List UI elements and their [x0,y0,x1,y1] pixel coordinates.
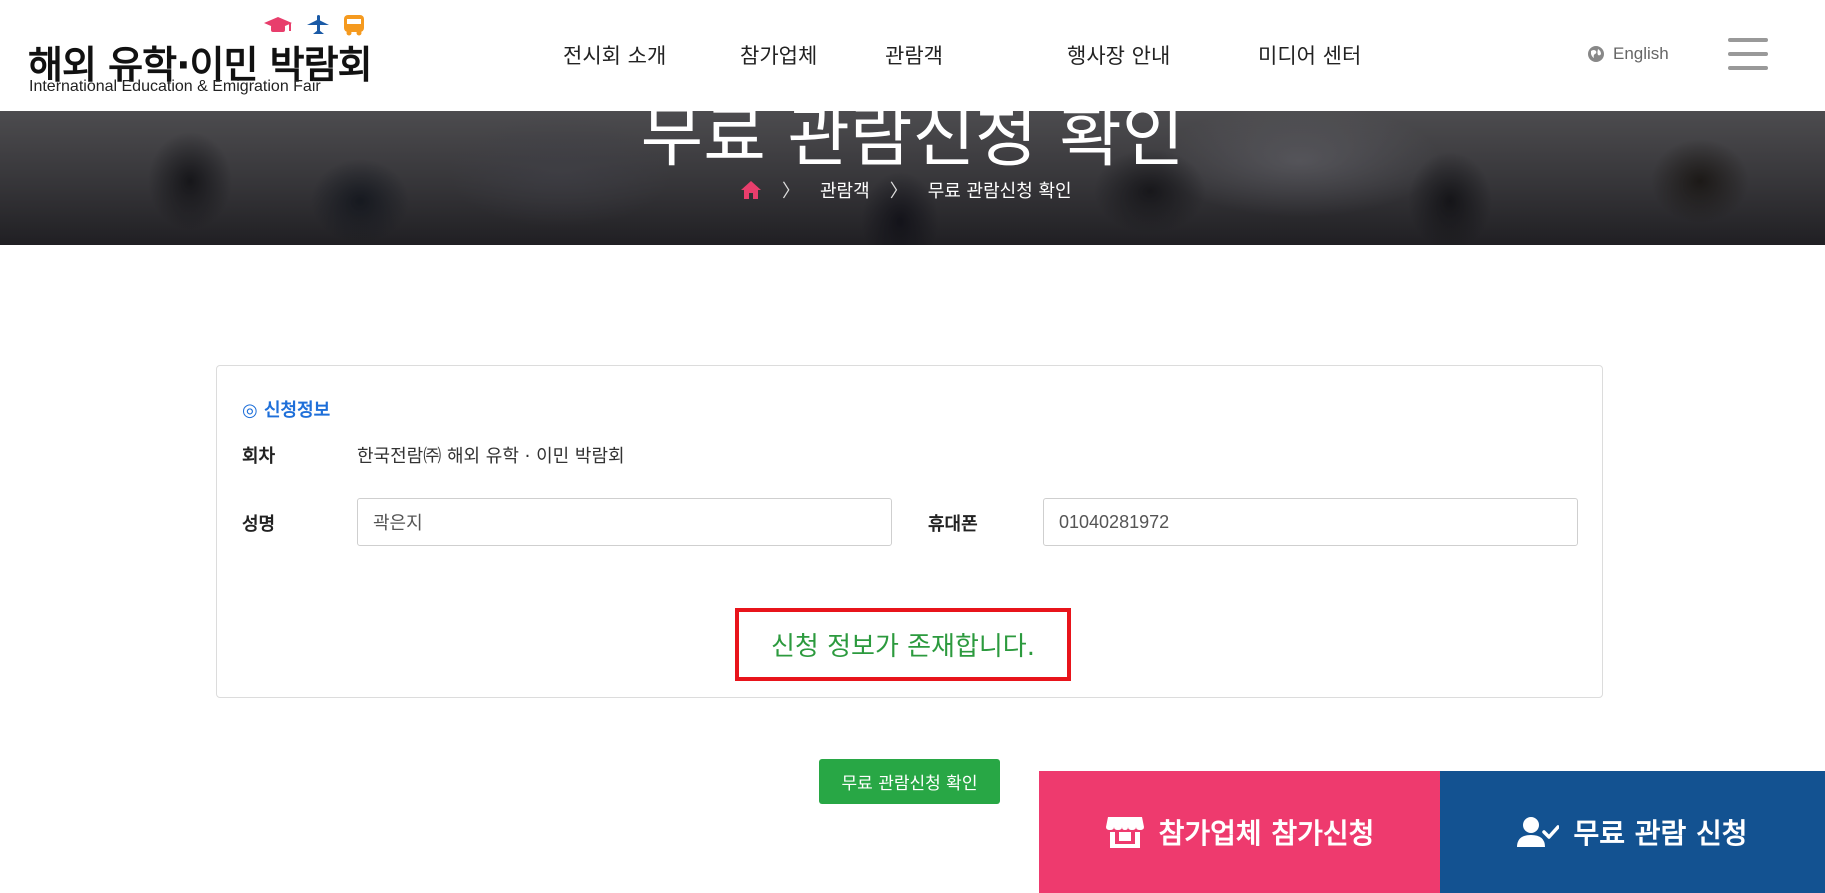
breadcrumb-item-visitors[interactable]: 관람객 [820,177,870,203]
chevron-right-icon: 〉 [782,181,800,202]
language-label: English [1613,44,1669,63]
nav-item-media-center[interactable]: 미디어 센터 [1258,40,1361,70]
breadcrumb: 〉 관람객 〉 무료 관람신청 확인 [740,177,1072,203]
page-banner: 무료 관람신청 확인 〉 관람객 〉 무료 관람신청 확인 [0,111,1825,245]
site-header: 해외 유학·이민 박람회 International Education & E… [0,0,1825,111]
menu-icon[interactable] [1728,38,1768,70]
exhibitor-apply-button[interactable]: 참가업체 참가신청 [1039,771,1440,893]
storefront-icon [1105,817,1144,848]
free-visit-apply-button[interactable]: 무료 관람 신청 [1440,771,1825,893]
nav-item-exhibition-intro[interactable]: 전시회 소개 [563,40,666,70]
notice-highlight-box: 신청 정보가 존재합니다. [735,608,1071,681]
session-value: 한국전람㈜ 해외 유학 · 이민 박람회 [357,446,625,467]
globe-icon [1588,46,1604,62]
name-label: 성명 [242,514,276,535]
phone-label: 휴대폰 [928,514,978,535]
breadcrumb-item-current: 무료 관람신청 확인 [927,181,1072,202]
bus-icon [344,15,364,36]
site-logo[interactable]: 해외 유학·이민 박람회 International Education & E… [28,12,373,98]
nav-item-venue-guide[interactable]: 행사장 안내 [1067,40,1170,70]
airplane-icon [307,15,329,34]
nav-item-exhibitors[interactable]: 참가업체 [740,40,817,70]
section-title: ◎ 신청정보 [242,400,331,421]
chevron-right-icon: 〉 [889,181,908,202]
confirm-free-visit-button[interactable]: 무료 관람신청 확인 [819,759,1000,804]
graduation-cap-icon [264,17,292,32]
home-icon[interactable] [740,180,762,200]
phone-field[interactable]: 01040281972 [1043,498,1578,546]
name-field[interactable]: 곽은지 [357,498,892,546]
logo-icons [263,14,365,36]
language-switch[interactable]: English [1587,44,1669,64]
logo-subtitle: International Education & Emigration Fai… [29,78,321,95]
nav-item-visitors[interactable]: 관람객 [885,40,943,70]
status-message: 신청 정보가 존재합니다. [771,632,1035,662]
session-label: 회차 [242,446,276,467]
free-visit-apply-label: 무료 관람 신청 [1573,817,1748,850]
application-info-panel: ◎ 신청정보 회차 한국전람㈜ 해외 유학 · 이민 박람회 성명 곽은지 휴대… [216,365,1603,698]
page-title: 무료 관람신청 확인 [640,111,1185,177]
exhibitor-apply-label: 참가업체 참가신청 [1158,817,1375,850]
user-check-icon [1517,817,1560,847]
